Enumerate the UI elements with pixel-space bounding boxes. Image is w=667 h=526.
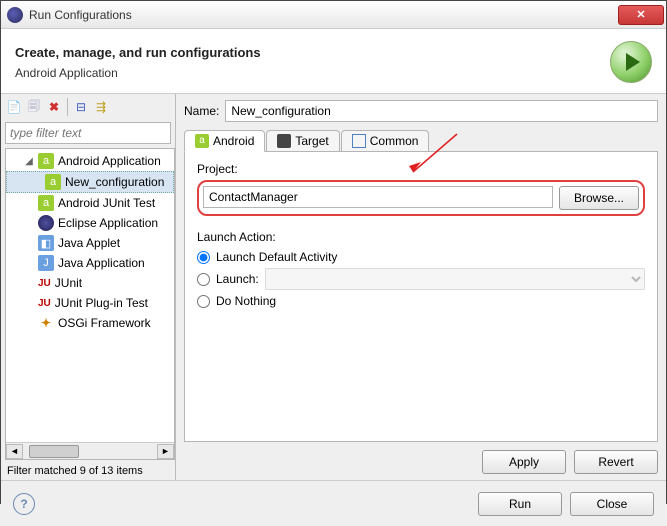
project-input[interactable] [203,186,553,208]
tree-item-java-applet[interactable]: ◧ Java Applet [6,233,174,253]
project-label: Project: [197,162,645,176]
filter-icon[interactable]: ⇶ [92,98,110,116]
eclipse-icon [7,7,23,23]
tab-label: Common [370,134,419,148]
tree-item-junit-plugin[interactable]: JU JUnit Plug-in Test [6,293,174,313]
tree-label: Java Application [58,256,145,270]
radio-label: Launch: [216,272,259,286]
common-icon [352,134,366,148]
tab-common[interactable]: Common [341,130,430,151]
tab-bar: a Android Target Common [184,128,658,152]
project-row-highlight: Browse... [197,180,645,216]
delete-config-icon[interactable]: ✖ [45,98,63,116]
tree-label: Java Applet [58,236,120,250]
radio-launch[interactable] [197,273,210,286]
tree-item-android-app[interactable]: ◢ a Android Application [6,151,174,171]
android-icon: a [45,174,61,190]
java-applet-icon: ◧ [38,235,54,251]
tree-item-junit[interactable]: JU JUnit [6,273,174,293]
name-input[interactable] [225,100,658,122]
android-junit-icon: a [38,195,54,211]
tree-item-osgi[interactable]: ✦ OSGi Framework [6,313,174,333]
android-icon: a [38,153,54,169]
header-subtitle: Android Application [15,66,261,80]
right-panel: Name: a Android Target Common Project: [176,94,666,480]
left-panel: 📄 🗐 ✖ ⊟ ⇶ ◢ a Android Application a New_… [1,94,176,480]
tree-item-eclipse-app[interactable]: Eclipse Application [6,213,174,233]
tree-item-android-junit[interactable]: a Android JUnit Test [6,193,174,213]
tree-label: OSGi Framework [58,316,151,330]
apply-button[interactable]: Apply [482,450,566,474]
radio-label: Launch Default Activity [216,250,337,264]
revert-button[interactable]: Revert [574,450,658,474]
tab-target[interactable]: Target [266,130,339,151]
close-window-button[interactable]: ✕ [618,5,664,25]
tree-label: Android Application [58,154,161,168]
config-tree[interactable]: ◢ a Android Application a New_configurat… [5,148,175,460]
window-title: Run Configurations [29,8,618,22]
duplicate-config-icon[interactable]: 🗐 [25,98,43,116]
tree-item-java-app[interactable]: J Java Application [6,253,174,273]
browse-button[interactable]: Browse... [559,186,639,210]
tab-label: Android [213,134,254,148]
tree-label: JUnit [55,276,82,290]
new-config-icon[interactable]: 📄 [5,98,23,116]
java-app-icon: J [38,255,54,271]
dialog-footer: ? Run Close [1,480,666,526]
tree-label: Eclipse Application [58,216,158,230]
run-icon [610,41,652,83]
filter-input[interactable] [5,122,171,144]
osgi-icon: ✦ [38,315,54,331]
dialog-header: Create, manage, and run configurations A… [1,29,666,93]
tree-item-new-config[interactable]: a New_configuration [6,171,174,193]
collapse-all-icon[interactable]: ⊟ [72,98,90,116]
scroll-right-icon[interactable]: ► [157,444,174,459]
scroll-left-icon[interactable]: ◄ [6,444,23,459]
junit-icon: JU [38,275,51,291]
launch-action-label: Launch Action: [197,230,645,244]
filter-status: Filter matched 9 of 13 items [1,462,175,480]
tab-label: Target [295,134,328,148]
tree-label: JUnit Plug-in Test [55,296,148,310]
tree-label: New_configuration [65,175,164,189]
junit-plugin-icon: JU [38,295,51,311]
tab-android[interactable]: a Android [184,130,265,152]
eclipse-app-icon [38,215,54,231]
radio-default-activity[interactable] [197,251,210,264]
horizontal-scrollbar[interactable]: ◄ ► [6,442,174,459]
header-title: Create, manage, and run configurations [15,45,261,60]
config-toolbar: 📄 🗐 ✖ ⊟ ⇶ [1,94,175,120]
tree-label: Android JUnit Test [58,196,155,210]
radio-label: Do Nothing [216,294,276,308]
launch-activity-select [265,268,645,290]
android-icon: a [195,134,209,148]
expander-icon[interactable]: ◢ [24,156,34,167]
tab-content-android: Project: Browse... Launch Action: Launch… [184,152,658,442]
target-icon [277,134,291,148]
radio-do-nothing[interactable] [197,295,210,308]
window-titlebar: Run Configurations ✕ [1,1,666,29]
name-label: Name: [184,104,219,118]
